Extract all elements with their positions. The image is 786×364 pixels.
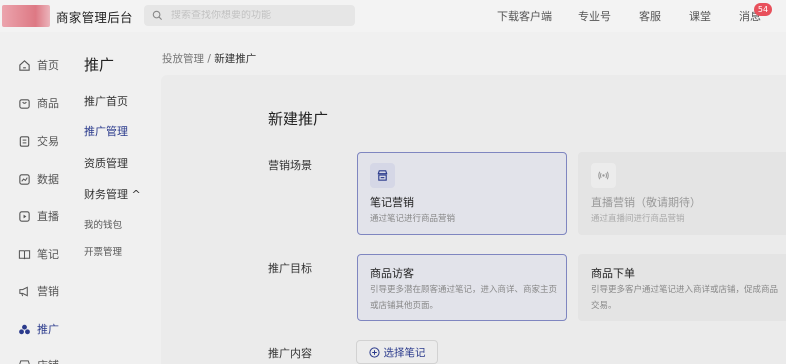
rail-item-marketing[interactable]: 营销 xyxy=(18,283,59,299)
option-title: 商品访客 xyxy=(370,267,414,280)
breadcrumb-parent[interactable]: 投放管理 xyxy=(162,53,204,65)
rail-item-label: 推广 xyxy=(37,323,59,336)
submenu-item-invoice[interactable]: 开票管理 xyxy=(84,244,122,258)
choose-notes-label: 选择笔记 xyxy=(383,346,426,359)
goal-option-visitors[interactable]: 商品访客 引导更多潜在顾客通过笔记，进入商详、商家主页或店铺其他页面。 xyxy=(357,254,567,321)
scene-option-notes[interactable]: 笔记营销 通过笔记进行商品营销 xyxy=(357,152,567,235)
option-title: 笔记营销 xyxy=(370,196,414,209)
goal-label: 推广目标 xyxy=(268,262,312,275)
rail-item-notes[interactable]: 笔记 xyxy=(18,246,59,262)
goal-option-orders[interactable]: 商品下单 引导更多客户通过笔记进入商详或店铺，促成商品交易。 xyxy=(578,254,786,321)
nav-download-client[interactable]: 下载客户端 xyxy=(497,0,552,32)
receipt-icon xyxy=(19,135,30,147)
submenu-item-wallet[interactable]: 我的钱包 xyxy=(84,217,122,231)
rail-item-label: 首页 xyxy=(37,59,59,72)
option-description: 通过笔记进行商品营销 xyxy=(370,214,456,224)
rail-item-live[interactable]: 直播 xyxy=(18,208,59,224)
page-title: 新建推广 xyxy=(268,110,329,128)
option-description: 引导更多潜在顾客通过笔记，进入商详、商家主页或店铺其他页面。 xyxy=(370,285,558,311)
content-label: 推广内容 xyxy=(268,347,312,360)
rail-item-label: 笔记 xyxy=(37,248,59,261)
rail-item-data[interactable]: 数据 xyxy=(18,171,59,187)
bag-icon xyxy=(19,98,30,109)
option-description: 通过直播间进行商品营销 xyxy=(591,214,685,224)
scene-label: 营销场景 xyxy=(268,159,312,172)
broadcast-icon xyxy=(591,163,616,188)
rail-item-home[interactable]: 首页 xyxy=(18,57,59,73)
top-bar: 商家管理后台 xyxy=(0,0,786,32)
users-icon xyxy=(19,324,30,334)
rail-item-label: 店铺 xyxy=(37,357,59,364)
megaphone-icon xyxy=(19,285,28,297)
nav-customer-service[interactable]: 客服 xyxy=(639,0,661,32)
option-title: 商品下单 xyxy=(591,267,635,280)
submenu-item-promotion-management[interactable]: 推广管理 xyxy=(84,123,128,139)
brand-logo[interactable] xyxy=(2,5,50,27)
rail-item-label: 直播 xyxy=(37,210,59,223)
rail-item-promotion[interactable]: 推广 xyxy=(18,321,59,337)
rail-item-label: 交易 xyxy=(37,135,59,148)
submenu-title: 推广 xyxy=(84,56,115,74)
breadcrumb-current: 新建推广 xyxy=(214,53,257,65)
app-title: 商家管理后台 xyxy=(56,9,133,25)
store-icon xyxy=(19,359,30,364)
book-icon xyxy=(18,249,31,259)
rail-item-label: 商品 xyxy=(37,97,59,110)
submenu-item-promotion-home[interactable]: 推广首页 xyxy=(84,93,128,109)
rail-item-store[interactable]: 店铺 xyxy=(18,357,59,364)
option-title: 直播营销（敬请期待） xyxy=(591,196,701,209)
message-count-badge: 54 xyxy=(754,3,772,16)
option-description: 引导更多客户通过笔记进入商详或店铺，促成商品交易。 xyxy=(591,285,779,311)
nav-classroom[interactable]: 课堂 xyxy=(689,0,711,32)
scene-option-live: 直播营销（敬请期待） 通过直播间进行商品营销 xyxy=(578,152,786,235)
rail-item-products[interactable]: 商品 xyxy=(18,95,59,111)
rail-item-label: 营销 xyxy=(37,285,59,298)
choose-notes-button[interactable]: 选择笔记 xyxy=(356,340,438,364)
rail-item-orders[interactable]: 交易 xyxy=(18,133,59,149)
search-icon xyxy=(152,10,163,21)
search-box[interactable] xyxy=(144,5,355,26)
nav-pro-account[interactable]: 专业号 xyxy=(578,0,611,32)
submenu-item-finance[interactable]: 财务管理 ^ xyxy=(84,186,141,202)
breadcrumb-separator: / xyxy=(207,53,211,65)
main-nav-rail xyxy=(0,32,70,364)
search-input[interactable] xyxy=(171,10,351,21)
play-icon xyxy=(19,210,30,222)
breadcrumb: 投放管理 / 新建推广 xyxy=(162,51,256,66)
chart-icon xyxy=(19,173,30,185)
promotion-submenu: 推广 推广首页 推广管理 资质管理 财务管理 ^ 我的钱包 开票管理 xyxy=(70,32,160,364)
home-icon xyxy=(19,59,30,71)
submenu-item-qualification[interactable]: 资质管理 xyxy=(84,155,128,171)
store-icon xyxy=(370,163,395,188)
rail-item-label: 数据 xyxy=(37,173,59,186)
plus-circle-icon xyxy=(368,346,380,358)
